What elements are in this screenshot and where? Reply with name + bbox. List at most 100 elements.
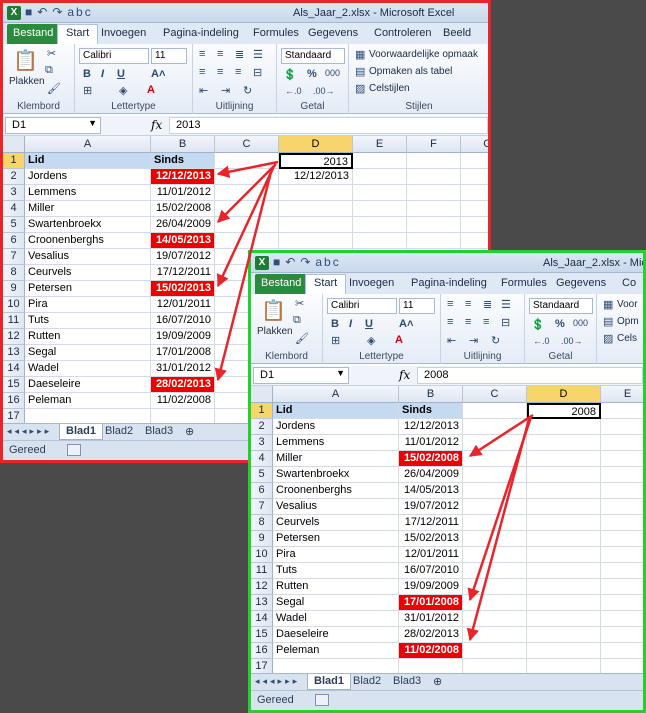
cell-a2[interactable]: Jordens	[25, 169, 151, 185]
cell-a1[interactable]: Lid	[25, 153, 151, 169]
row-header-7[interactable]: 7	[251, 499, 273, 515]
cell-a12[interactable]: Rutten	[25, 329, 151, 345]
cell-f5[interactable]	[407, 217, 461, 233]
cell-a11[interactable]: Tuts	[25, 313, 151, 329]
cell-c6[interactable]	[215, 233, 279, 249]
cell-c3[interactable]	[215, 185, 279, 201]
cell-a1[interactable]: Lid	[273, 403, 399, 419]
tab-pagina-indeling[interactable]: Pagina-indeling	[411, 277, 487, 289]
font-color-icon[interactable]: A	[147, 84, 155, 96]
cell-g6[interactable]	[461, 233, 488, 249]
align-left-icon-3[interactable]: ⊟	[501, 316, 510, 329]
row-header-12[interactable]: 12	[3, 329, 25, 345]
decrease-decimal-icon[interactable]: .00→	[561, 336, 583, 346]
cell-g1[interactable]	[461, 153, 488, 169]
format-painter-icon[interactable]: 🖌	[295, 332, 309, 345]
tab-bestand[interactable]: Bestand	[7, 24, 60, 44]
tab-beeld[interactable]: Beeld	[443, 27, 471, 39]
cell-d12[interactable]	[527, 579, 601, 595]
row-header-13[interactable]: 13	[251, 595, 273, 611]
cell-a12[interactable]: Rutten	[273, 579, 399, 595]
cell-b10[interactable]: 12/01/2011	[399, 547, 463, 563]
tab-start[interactable]: Start	[305, 274, 347, 295]
cell-b2[interactable]: 12/12/2013	[151, 169, 215, 185]
cell-b5[interactable]: 26/04/2009	[399, 467, 463, 483]
column-header-c[interactable]: C	[463, 386, 527, 403]
align-top-icon-2[interactable]: ≣	[483, 298, 492, 311]
cell-b1[interactable]: Sinds	[399, 403, 463, 419]
indent-icon-1[interactable]: ⇥	[221, 84, 230, 97]
row-header-2[interactable]: 2	[3, 169, 25, 185]
cell-b10[interactable]: 12/01/2011	[151, 297, 215, 313]
cell-a14[interactable]: Wadel	[25, 361, 151, 377]
save-icon[interactable]: ■	[273, 255, 282, 269]
copy-icon[interactable]: ⧉	[45, 64, 53, 77]
italic-button[interactable]: I	[349, 318, 352, 330]
row-header-3[interactable]: 3	[3, 185, 25, 201]
align-left-icon-0[interactable]: ≡	[447, 316, 453, 328]
cell-c4[interactable]	[215, 201, 279, 217]
cell-c8[interactable]	[463, 515, 527, 531]
font-size-select[interactable]: 11	[151, 48, 187, 64]
grow-font-button[interactable]: A˄	[151, 68, 165, 80]
cell-b13[interactable]: 17/01/2008	[399, 595, 463, 611]
function-icon[interactable]: fx	[399, 368, 410, 382]
cell-a11[interactable]: Tuts	[273, 563, 399, 579]
currency-icon[interactable]: 💲	[531, 318, 545, 331]
tab-invoegen[interactable]: Invoegen	[101, 27, 146, 39]
cell-e9[interactable]	[601, 531, 643, 547]
fill-color-icon[interactable]: ◈	[119, 84, 127, 97]
cell-a15[interactable]: Daeseleire	[25, 377, 151, 393]
row-header-1[interactable]: 1	[251, 403, 273, 419]
currency-icon[interactable]: 💲	[283, 68, 297, 81]
tab-formules[interactable]: Formules	[253, 27, 299, 39]
cell-a14[interactable]: Wadel	[273, 611, 399, 627]
cell-c2[interactable]	[463, 419, 527, 435]
cell-d14[interactable]	[527, 611, 601, 627]
cell-e14[interactable]	[601, 611, 643, 627]
cell-c4[interactable]	[463, 451, 527, 467]
cell-b15[interactable]: 28/02/2013	[399, 627, 463, 643]
cell-b14[interactable]: 31/01/2012	[399, 611, 463, 627]
cell-b7[interactable]: 19/07/2012	[399, 499, 463, 515]
row-header-15[interactable]: 15	[3, 377, 25, 393]
row-header-11[interactable]: 11	[3, 313, 25, 329]
conditional-formatting-button[interactable]: Voorwaardelijke opmaak	[369, 49, 478, 60]
tab-invoegen[interactable]: Invoegen	[349, 277, 394, 289]
italic-button[interactable]: I	[101, 68, 104, 80]
cell-d5[interactable]	[279, 217, 353, 233]
cell-b4[interactable]: 15/02/2008	[151, 201, 215, 217]
cell-e3[interactable]	[353, 185, 407, 201]
insert-sheet-icon[interactable]: ⊕	[427, 674, 448, 690]
align-top-icon-0[interactable]: ≡	[199, 48, 205, 60]
paste-icon[interactable]: 📋	[261, 298, 286, 323]
cell-e1[interactable]	[353, 153, 407, 169]
row-header-9[interactable]: 9	[251, 531, 273, 547]
column-header-a[interactable]: A	[273, 386, 399, 403]
cell-f1[interactable]	[407, 153, 461, 169]
cell-b3[interactable]: 11/01/2012	[399, 435, 463, 451]
cell-c11[interactable]	[463, 563, 527, 579]
row-header-8[interactable]: 8	[3, 265, 25, 281]
align-left-icon-2[interactable]: ≡	[235, 66, 241, 78]
cell-d7[interactable]	[527, 499, 601, 515]
cell-e15[interactable]	[601, 627, 643, 643]
align-left-icon-1[interactable]: ≡	[217, 66, 223, 78]
undo-icon[interactable]: ↶	[285, 255, 297, 269]
cell-b11[interactable]: 16/07/2010	[399, 563, 463, 579]
redo-icon[interactable]: ↷	[300, 255, 312, 269]
grow-font-button[interactable]: A˄	[399, 318, 413, 330]
cell-g5[interactable]	[461, 217, 488, 233]
cell-a10[interactable]: Pira	[25, 297, 151, 313]
increase-decimal-icon[interactable]: ←.0	[285, 86, 302, 96]
font-color-icon[interactable]: A	[395, 334, 403, 346]
indent-icon-0[interactable]: ⇤	[199, 84, 208, 97]
cell-a5[interactable]: Swartenbroekx	[273, 467, 399, 483]
cell-c7[interactable]	[463, 499, 527, 515]
indent-icon-0[interactable]: ⇤	[447, 334, 456, 347]
cell-d15[interactable]	[527, 627, 601, 643]
cell-a10[interactable]: Pira	[273, 547, 399, 563]
row-header-8[interactable]: 8	[251, 515, 273, 531]
cell-e2[interactable]	[601, 419, 643, 435]
cell-c3[interactable]	[463, 435, 527, 451]
